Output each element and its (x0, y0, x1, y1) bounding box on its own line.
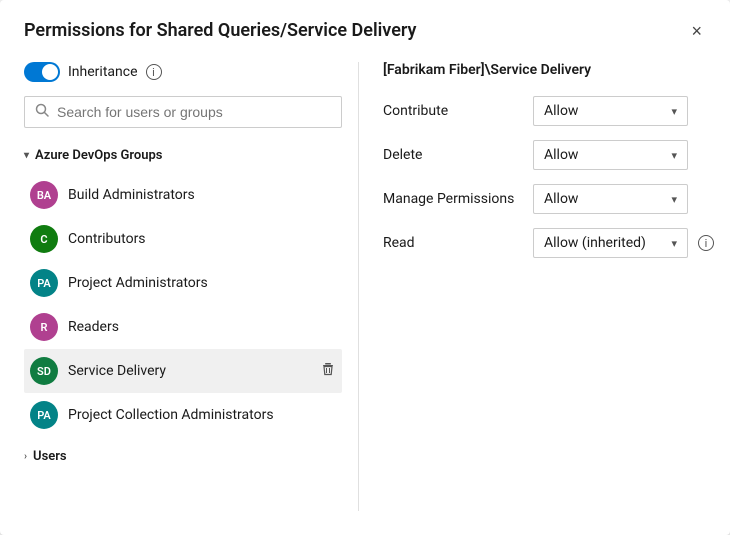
search-box[interactable] (24, 96, 342, 128)
entity-title: [Fabrikam Fiber]\Service Delivery (383, 62, 714, 78)
group-item[interactable]: PA Project Administrators (24, 261, 342, 305)
permission-select[interactable]: Allow ▾ (533, 184, 688, 214)
left-panel: Inheritance i ▾ Azure DevOps Groups BA Bu… (24, 62, 359, 511)
dialog-title: Permissions for Shared Queries/Service D… (24, 20, 416, 41)
group-item[interactable]: BA Build Administrators (24, 173, 342, 217)
delete-group-icon[interactable] (320, 361, 336, 381)
inheritance-label: Inheritance (68, 64, 138, 80)
permission-value: Allow (544, 191, 578, 207)
permission-label: Delete (383, 147, 523, 163)
group-name: Project Collection Administrators (68, 407, 274, 423)
permission-row: Delete Allow ▾ (383, 140, 714, 170)
group-item[interactable]: SD Service Delivery (24, 349, 342, 393)
avatar: C (30, 225, 58, 253)
group-item[interactable]: PA Project Collection Administrators (24, 393, 342, 437)
permission-select[interactable]: Allow ▾ (533, 140, 688, 170)
toggle-thumb (42, 64, 58, 80)
group-item[interactable]: C Contributors (24, 217, 342, 261)
permission-value: Allow (inherited) (544, 235, 646, 251)
permission-value: Allow (544, 147, 578, 163)
permission-label: Read (383, 235, 523, 251)
right-panel: [Fabrikam Fiber]\Service Delivery Contri… (359, 62, 714, 511)
group-list: BA Build Administrators C Contributors PA Pro… (24, 173, 342, 437)
avatar: SD (30, 357, 58, 385)
users-section-header[interactable]: › Users (24, 443, 342, 470)
group-name: Project Administrators (68, 275, 208, 291)
close-button[interactable]: × (687, 20, 706, 42)
permission-select[interactable]: Allow ▾ (533, 96, 688, 126)
search-icon (35, 103, 49, 121)
chevron-down-icon: ▾ (671, 105, 677, 118)
avatar: PA (30, 269, 58, 297)
dialog-header: Permissions for Shared Queries/Service D… (24, 20, 706, 42)
inheritance-row: Inheritance i (24, 62, 342, 82)
group-name: Contributors (68, 231, 146, 247)
permission-info-icon[interactable]: i (698, 235, 714, 251)
users-chevron-icon: › (24, 451, 27, 462)
permission-label: Contribute (383, 103, 523, 119)
group-name: Build Administrators (68, 187, 195, 203)
chevron-down-icon: ▾ (671, 193, 677, 206)
permissions-dialog: Permissions for Shared Queries/Service D… (0, 0, 730, 535)
search-input[interactable] (57, 104, 331, 120)
avatar: BA (30, 181, 58, 209)
permission-value: Allow (544, 103, 578, 119)
users-section-label: Users (33, 449, 67, 464)
group-name: Readers (68, 319, 119, 335)
inheritance-info-icon[interactable]: i (146, 64, 162, 80)
groups-section-label: Azure DevOps Groups (35, 148, 162, 163)
group-name: Service Delivery (68, 363, 166, 379)
groups-chevron-icon: ▾ (24, 150, 29, 161)
permissions-list: ContributeAllow▾DeleteAllow▾Manage Permi… (383, 96, 714, 272)
permission-row: Manage Permissions Allow ▾ (383, 184, 714, 214)
permission-row: Contribute Allow ▾ (383, 96, 714, 126)
chevron-down-icon: ▾ (671, 149, 677, 162)
permission-row: Read Allow (inherited) ▾ i (383, 228, 714, 258)
permission-select[interactable]: Allow (inherited) ▾ (533, 228, 688, 258)
dialog-body: Inheritance i ▾ Azure DevOps Groups BA Bu… (24, 62, 706, 511)
inheritance-toggle[interactable] (24, 62, 60, 82)
avatar: PA (30, 401, 58, 429)
group-item[interactable]: R Readers (24, 305, 342, 349)
chevron-down-icon: ▾ (671, 237, 677, 250)
avatar: R (30, 313, 58, 341)
permission-label: Manage Permissions (383, 191, 523, 207)
groups-section-header[interactable]: ▾ Azure DevOps Groups (24, 142, 342, 169)
